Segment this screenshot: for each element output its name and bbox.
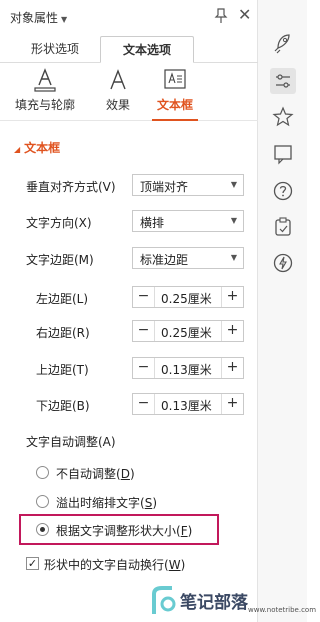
clipboard-icon[interactable] xyxy=(270,214,296,240)
radio-button[interactable] xyxy=(36,495,49,508)
radio-button[interactable] xyxy=(36,466,49,479)
help-icon[interactable] xyxy=(270,178,296,204)
subtab-effects[interactable]: 效果 xyxy=(98,67,138,121)
property-sliders-icon[interactable] xyxy=(270,68,296,94)
valign-row: 垂直对齐方式(V) 顶端对齐 ▼ xyxy=(0,174,258,196)
bottom-margin-label: 下边距(B) xyxy=(36,399,90,413)
top-margin-stepper[interactable]: − 0.13厘米 + xyxy=(132,357,244,379)
direction-label: 文字方向(X) xyxy=(26,216,92,230)
watermark-logo-icon xyxy=(152,586,176,614)
left-margin-value[interactable]: 0.25厘米 xyxy=(161,290,212,307)
margins-label: 文字边距(M) xyxy=(26,253,94,267)
checkbox-checked[interactable]: ✓ xyxy=(26,557,39,570)
close-icon[interactable]: ✕ xyxy=(238,7,252,23)
subtab-effects-label: 效果 xyxy=(105,98,130,112)
textbox-icon xyxy=(164,69,186,89)
increment-button[interactable]: + xyxy=(221,394,243,414)
top-margin-value[interactable]: 0.13厘米 xyxy=(161,361,212,378)
top-margin-row: 上边距(T) − 0.13厘米 + xyxy=(0,357,258,379)
right-margin-row: 右边距(R) − 0.25厘米 + xyxy=(0,320,258,342)
watermark: 笔记部落 www.notetribe.com xyxy=(150,580,316,622)
star-pin-icon[interactable] xyxy=(270,104,296,130)
watermark-text: 笔记部落 xyxy=(180,593,248,613)
valign-select[interactable]: 顶端对齐 ▼ xyxy=(132,174,244,196)
collapse-triangle-icon: ◢ xyxy=(14,145,21,154)
increment-button[interactable]: + xyxy=(221,287,243,307)
chevron-down-icon: ▼ xyxy=(230,253,237,262)
text-fill-outline-icon xyxy=(34,68,56,92)
subtab-fill-outline[interactable]: 填充与轮廓 xyxy=(12,67,78,121)
right-margin-stepper[interactable]: − 0.25厘米 + xyxy=(132,320,244,342)
text-effect-icon xyxy=(110,69,126,90)
left-margin-stepper[interactable]: − 0.25厘米 + xyxy=(132,286,244,308)
bottom-margin-value[interactable]: 0.13厘米 xyxy=(161,397,212,414)
watermark-url: www.notetribe.com xyxy=(248,606,317,614)
lightning-icon[interactable] xyxy=(270,250,296,276)
margins-row: 文字边距(M) 标准边距 ▼ xyxy=(0,247,258,269)
bottom-margin-stepper[interactable]: − 0.13厘米 + xyxy=(132,393,244,415)
margins-select[interactable]: 标准边距 ▼ xyxy=(132,247,244,269)
direction-select[interactable]: 横排 ▼ xyxy=(132,210,244,232)
valign-label: 垂直对齐方式(V) xyxy=(26,180,116,194)
top-margin-label: 上边距(T) xyxy=(36,363,89,377)
property-panel: 对象属性 ▼ ✕ 形状选项 文本选项 填充与轮廓 效果 文本框 ◢ 文本框 垂直… xyxy=(0,0,258,622)
right-margin-value[interactable]: 0.25厘米 xyxy=(161,324,212,341)
bottom-margin-row: 下边距(B) − 0.13厘米 + xyxy=(0,393,258,415)
increment-button[interactable]: + xyxy=(221,358,243,378)
subtab-textbox-label: 文本框 xyxy=(156,98,193,112)
panel-title[interactable]: 对象属性 ▼ xyxy=(10,9,67,26)
decrement-button[interactable]: − xyxy=(133,287,155,307)
decrement-button[interactable]: − xyxy=(133,394,155,414)
left-margin-label: 左边距(L) xyxy=(36,292,89,306)
panel-titlebar: 对象属性 ▼ ✕ xyxy=(0,0,258,33)
decrement-button[interactable]: − xyxy=(133,358,155,378)
increment-button[interactable]: + xyxy=(221,321,243,341)
right-margin-label: 右边距(R) xyxy=(36,326,90,340)
section-textbox-header[interactable]: ◢ 文本框 xyxy=(14,139,60,156)
comment-icon[interactable] xyxy=(270,141,296,167)
chevron-down-icon: ▼ xyxy=(61,15,68,24)
pin-icon[interactable] xyxy=(214,8,228,24)
decrement-button[interactable]: − xyxy=(133,321,155,341)
subtab-fill-outline-label: 填充与轮廓 xyxy=(14,98,75,112)
subtab-textbox[interactable]: 文本框 xyxy=(152,67,198,121)
left-margin-row: 左边距(L) − 0.25厘米 + xyxy=(0,286,258,308)
rocket-icon[interactable] xyxy=(270,30,296,56)
text-subtabs: 填充与轮廓 效果 文本框 xyxy=(0,63,258,121)
chevron-down-icon: ▼ xyxy=(230,180,237,189)
tab-shape-options[interactable]: 形状选项 xyxy=(10,36,100,63)
direction-row: 文字方向(X) 横排 ▼ xyxy=(0,210,258,232)
tab-text-options[interactable]: 文本选项 xyxy=(100,36,194,63)
radio-button-selected[interactable] xyxy=(36,523,49,536)
option-tabs: 形状选项 文本选项 xyxy=(0,33,258,63)
autofit-label: 文字自动调整(A) xyxy=(26,435,116,449)
chevron-down-icon: ▼ xyxy=(230,216,237,225)
